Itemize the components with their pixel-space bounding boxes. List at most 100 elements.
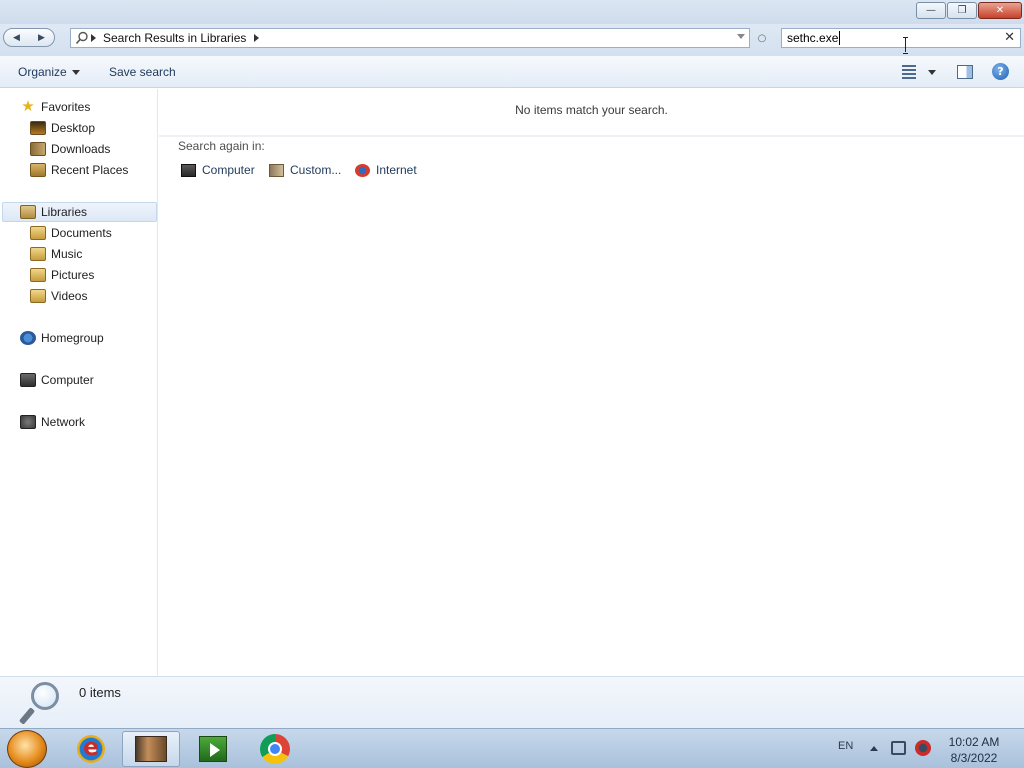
nav-music[interactable]: Music [30, 244, 82, 264]
nav-libraries-label: Libraries [41, 205, 88, 219]
windows-explorer-icon [135, 736, 167, 762]
command-bar: Organize Save search ? [0, 56, 1024, 88]
show-hidden-icons-icon[interactable] [870, 746, 878, 751]
window-controls: — ❐ ✕ [915, 2, 1022, 19]
breadcrumb-chevron-icon[interactable] [254, 34, 260, 42]
media-player-icon [199, 736, 227, 762]
volume-icon[interactable] [915, 740, 931, 756]
text-cursor-icon [903, 37, 909, 54]
address-dropdown-icon[interactable] [737, 34, 745, 39]
navigation-pane: ★ Favorites Desktop Downloads Recent Pla… [0, 89, 158, 676]
videos-icon [30, 289, 46, 303]
chevron-down-icon [71, 69, 80, 75]
back-button[interactable]: ◀ [4, 29, 29, 46]
nav-computer[interactable]: Computer [20, 370, 94, 390]
address-bar[interactable]: Search Results in Libraries [70, 28, 750, 48]
close-button[interactable]: ✕ [978, 2, 1022, 19]
start-button[interactable] [7, 730, 47, 768]
nav-homegroup[interactable]: Homegroup [20, 328, 104, 348]
star-icon: ★ [21, 98, 35, 115]
change-view-icon[interactable] [902, 65, 916, 79]
nav-videos[interactable]: Videos [30, 286, 87, 306]
libraries-icon [20, 205, 36, 219]
clock-date: 8/3/2022 [950, 751, 998, 765]
save-search-button[interactable]: Save search [109, 65, 176, 79]
documents-icon [30, 226, 46, 240]
search-again-custom[interactable]: Custom... [269, 161, 341, 179]
nav-recent-places-label: Recent Places [51, 163, 129, 177]
search-input-value[interactable]: sethc.exe [787, 31, 841, 45]
nav-buttons: ◀ ▶ [3, 28, 55, 47]
taskbar-windows-explorer[interactable] [122, 731, 180, 767]
save-search-label: Save search [109, 65, 176, 79]
maximize-button[interactable]: ❐ [947, 2, 977, 19]
preview-pane-icon[interactable] [957, 65, 973, 79]
search-again-computer[interactable]: Computer [181, 161, 255, 179]
pictures-icon [30, 268, 46, 282]
nav-pictures[interactable]: Pictures [30, 265, 94, 285]
address-row: ◀ ▶ Search Results in Libraries ○ sethc.… [0, 24, 1024, 56]
search-again-internet-label: Internet [376, 163, 417, 177]
nav-documents[interactable]: Documents [30, 223, 112, 243]
details-pane: 0 items [0, 676, 1024, 728]
internet-icon [355, 163, 370, 177]
search-icon [73, 29, 91, 47]
recent-places-icon [30, 163, 46, 177]
minimize-button[interactable]: — [916, 2, 946, 19]
music-icon [30, 247, 46, 261]
organize-button[interactable]: Organize [18, 65, 80, 79]
nav-network[interactable]: Network [20, 412, 85, 432]
nav-favorites-label: Favorites [41, 100, 91, 114]
chrome-icon [260, 734, 290, 764]
network-icon [20, 415, 36, 429]
nav-downloads-label: Downloads [51, 142, 111, 156]
nav-downloads[interactable]: Downloads [30, 139, 110, 159]
divider [159, 135, 1024, 137]
nav-pictures-label: Pictures [51, 268, 95, 282]
search-again-custom-label: Custom... [290, 163, 342, 177]
search-again-internet[interactable]: Internet [355, 161, 417, 179]
nav-documents-label: Documents [51, 226, 112, 240]
organize-label: Organize [18, 65, 67, 79]
nav-libraries[interactable]: Libraries [2, 202, 157, 222]
nav-computer-label: Computer [41, 373, 94, 387]
network-tray-icon[interactable] [891, 741, 906, 755]
nav-videos-label: Videos [51, 289, 88, 303]
clock-time: 10:02 AM [948, 735, 1000, 749]
title-bar: — ❐ ✕ [0, 0, 1024, 24]
internet-explorer-icon [77, 733, 105, 763]
refresh-icon[interactable]: ○ [752, 29, 772, 47]
nav-music-label: Music [51, 247, 83, 261]
language-indicator[interactable]: EN [838, 740, 853, 752]
content-pane: No items match your search. Search again… [159, 89, 1024, 676]
downloads-icon [30, 142, 46, 156]
item-count: 0 items [79, 685, 121, 700]
forward-button[interactable]: ▶ [29, 29, 54, 46]
computer-icon [20, 373, 36, 387]
custom-location-icon [269, 163, 284, 177]
clock[interactable]: 10:02 AM 8/3/2022 [940, 734, 1008, 766]
nav-recent-places[interactable]: Recent Places [30, 160, 128, 180]
taskbar-internet-explorer[interactable] [62, 731, 120, 767]
nav-desktop-label: Desktop [51, 121, 96, 135]
desktop-icon [30, 121, 46, 135]
view-options-dropdown-icon[interactable] [928, 70, 936, 75]
search-again-computer-label: Computer [202, 163, 255, 177]
nav-network-label: Network [41, 415, 86, 429]
homegroup-icon [20, 331, 36, 345]
clear-search-icon[interactable]: ✕ [1004, 30, 1015, 45]
nav-favorites[interactable]: ★ Favorites [20, 97, 90, 117]
help-icon[interactable]: ? [992, 63, 1009, 80]
breadcrumb-chevron-icon[interactable] [91, 34, 96, 42]
taskbar-media-player[interactable] [184, 731, 242, 767]
taskbar-chrome[interactable] [246, 731, 304, 767]
breadcrumb[interactable]: Search Results in Libraries [103, 31, 246, 45]
nav-desktop[interactable]: Desktop [30, 118, 95, 138]
taskbar: EN 10:02 AM 8/3/2022 [0, 728, 1024, 768]
search-input[interactable]: sethc.exe ✕ [781, 28, 1021, 48]
search-again-label: Search again in: [178, 139, 265, 153]
magnifier-icon [18, 682, 62, 726]
empty-results-message: No items match your search. [515, 103, 668, 117]
nav-homegroup-label: Homegroup [41, 331, 104, 345]
computer-icon [181, 163, 196, 177]
